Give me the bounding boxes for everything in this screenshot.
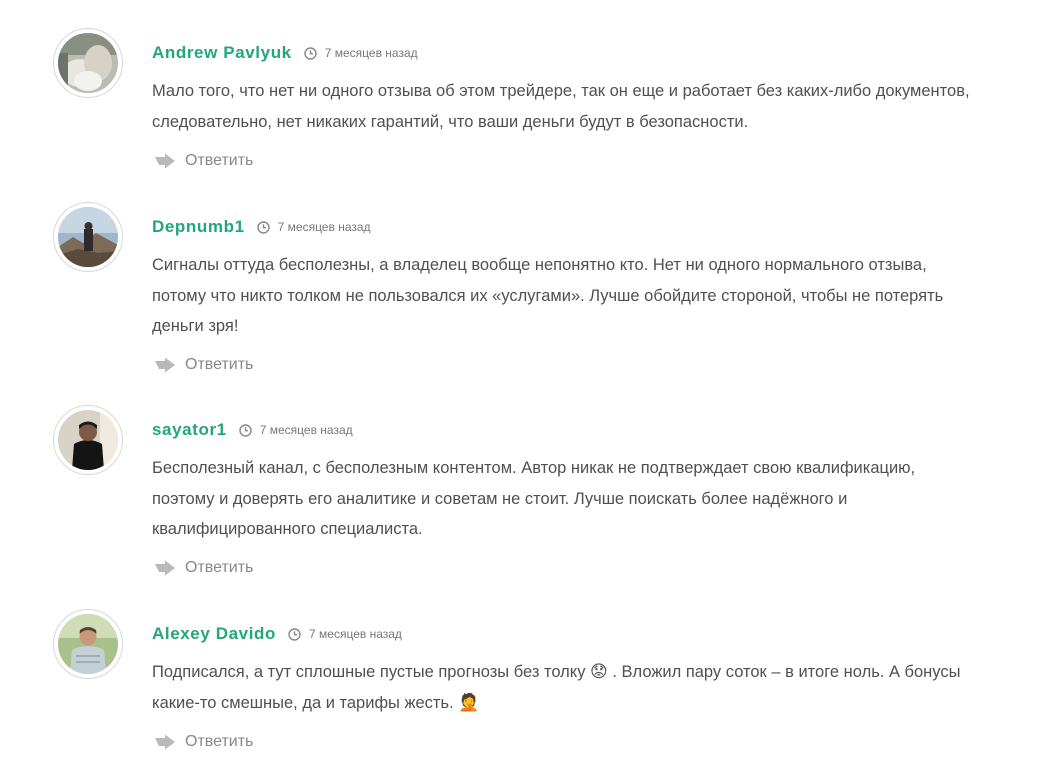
comment-time[interactable]: 7 месяцев назад	[239, 423, 353, 437]
reply-label: Ответить	[185, 152, 254, 169]
author-link[interactable]: sayator1	[152, 420, 227, 440]
reply-arrow-icon	[155, 734, 175, 750]
facepalm-emoji-icon: 🤦	[458, 692, 480, 712]
avatar-photo	[58, 410, 118, 470]
comment-text: Подписался, а тут сплошные пустые прогно…	[152, 657, 982, 718]
time-label: 7 месяцев назад	[277, 220, 371, 234]
clock-icon	[288, 627, 301, 641]
avatar[interactable]	[53, 202, 123, 272]
comment-meta: Andrew Pavlyuk 7 месяцев назад	[152, 42, 418, 64]
time-label: 7 месяцев назад	[259, 423, 353, 437]
author-link[interactable]: Depnumb1	[152, 217, 245, 237]
comment-time[interactable]: 7 месяцев назад	[288, 627, 402, 641]
avatar[interactable]	[53, 28, 123, 98]
comment-time[interactable]: 7 месяцев назад	[256, 220, 371, 234]
reply-button[interactable]: Ответить	[154, 557, 253, 579]
time-label: 7 месяцев назад	[309, 627, 402, 641]
reply-button[interactable]: Ответить	[154, 150, 253, 172]
author-link[interactable]: Andrew Pavlyuk	[152, 43, 292, 63]
comment-text: Бесполезный канал, с бесполезным контент…	[152, 459, 916, 538]
comment-meta: Depnumb1 7 месяцев назад	[152, 216, 371, 238]
avatar-photo	[58, 33, 118, 93]
comment-meta: sayator1 7 месяцев назад	[152, 419, 353, 441]
avatar[interactable]	[53, 405, 123, 475]
comment-meta: Alexey Davido 7 месяцев назад	[152, 623, 402, 645]
avatar-photo	[58, 614, 118, 674]
reply-button[interactable]: Ответить	[154, 354, 253, 376]
time-label: 7 месяцев назад	[324, 46, 418, 60]
avatar[interactable]	[53, 609, 123, 679]
avatar-photo	[58, 207, 118, 267]
reply-arrow-icon	[155, 153, 175, 169]
reply-arrow-icon	[155, 560, 175, 576]
clock-icon	[256, 220, 270, 234]
clock-icon	[239, 423, 252, 437]
comment-text: Сигналы оттуда бесполезны, а владелец во…	[152, 256, 944, 335]
reply-arrow-icon	[155, 357, 175, 373]
clock-icon	[304, 46, 317, 60]
worried-face-emoji-icon: 😟	[590, 662, 608, 681]
comment-text-part: Подписался, а тут сплошные пустые прогно…	[152, 663, 586, 681]
reply-button[interactable]: Ответить	[154, 731, 253, 753]
reply-label: Ответить	[185, 356, 254, 373]
author-link[interactable]: Alexey Davido	[152, 624, 276, 644]
reply-label: Ответить	[185, 733, 254, 750]
comment-time[interactable]: 7 месяцев назад	[304, 46, 418, 60]
comment-text: Мало того, что нет ни одного отзыва об э…	[152, 82, 970, 131]
reply-label: Ответить	[185, 559, 254, 576]
